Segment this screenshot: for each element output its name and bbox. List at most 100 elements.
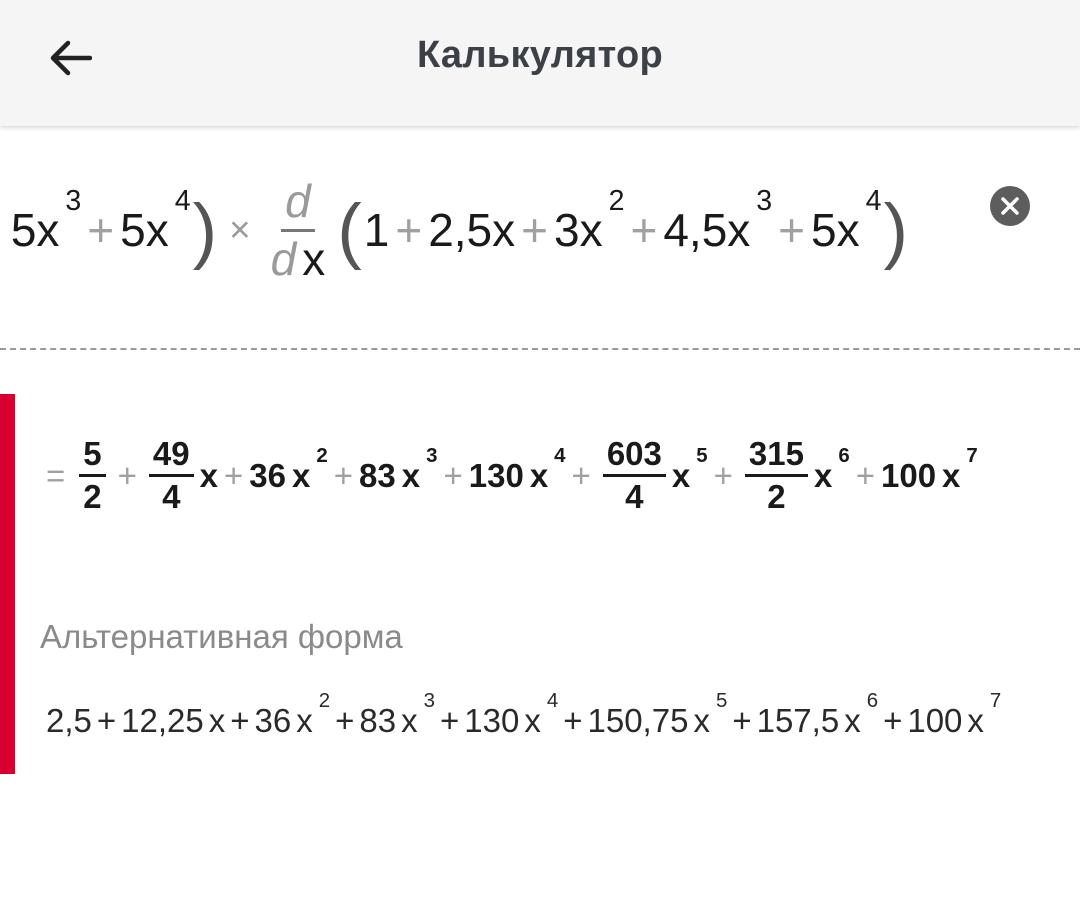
term-coefficient: 36 (249, 456, 286, 494)
result-term: 83 x 3 (359, 444, 438, 495)
fraction-numerator: 49 (148, 435, 194, 478)
fraction-denominator: 4 (162, 478, 181, 516)
term-exponent: 2 (316, 443, 328, 467)
term-base: x (693, 702, 710, 739)
plus-operator: + (778, 204, 806, 257)
fraction: 603 4 (602, 435, 666, 516)
term-coefficient: 150,75 (587, 702, 689, 739)
plus-operator: + (883, 702, 903, 739)
term-base: x (292, 456, 311, 494)
fraction-denominator: 2 (767, 478, 786, 516)
alternative-term: 150,75 x 5 (587, 689, 728, 740)
fraction-denominator: 2 (83, 478, 102, 516)
term-base: x (524, 702, 541, 739)
term-exponent: 3 (426, 443, 438, 467)
result-variable: x2 (292, 444, 328, 495)
term-base: x (671, 456, 691, 494)
fraction-numerator: 603 (602, 435, 666, 478)
term-base: x (967, 702, 984, 739)
close-paren: ) (883, 188, 908, 272)
plus-operator: + (333, 456, 354, 494)
fraction-numerator: 315 (744, 435, 808, 478)
equals-sign: = (46, 456, 66, 494)
alternative-term: 12,25 x (121, 702, 225, 740)
term-base: 4,5x (663, 204, 751, 257)
term-base: x (844, 702, 861, 739)
result-term: 49 4 x (143, 435, 218, 516)
term-coefficient: 100 (880, 456, 937, 494)
input-term: 4,5x 3 (663, 185, 772, 257)
plus-operator: + (96, 702, 117, 739)
term-coefficient: 12,25 (121, 702, 204, 739)
alternative-term: 36 x 2 (255, 689, 331, 740)
plus-operator: + (855, 456, 875, 494)
plus-operator: + (395, 204, 423, 257)
term-base: 3x (554, 204, 603, 257)
alternative-term: 157,5 x 6 (756, 689, 878, 740)
plus-operator: + (230, 702, 250, 739)
derivative-numerator: d (281, 176, 315, 232)
alternative-variable: x7 (967, 689, 1001, 740)
term-base: x (199, 456, 218, 494)
alternative-form-heading: Альтернативная форма (40, 618, 403, 655)
term-exponent: 4 (865, 184, 882, 217)
term-base: x (296, 702, 313, 739)
alternative-variable: x6 (844, 689, 878, 740)
term-exponent: 6 (838, 443, 850, 467)
alternative-term: 100 x 7 (907, 689, 1001, 740)
term-exponent: 2 (608, 184, 625, 217)
times-operator: × (229, 209, 251, 251)
term-exponent: 3 (423, 688, 435, 712)
fraction: 52 (79, 435, 106, 516)
term-exponent: 3 (756, 184, 773, 217)
plus-operator: + (713, 456, 733, 494)
page-title: Калькулятор (416, 34, 664, 76)
expression-input[interactable]: 5x 3 +5x 4) × d d x(1 +2,5x +3x 2 +4,5x 3 +5x 4) (11, 176, 910, 284)
result-term: 100 x 7 (880, 444, 978, 495)
term-exponent: 4 (546, 688, 559, 712)
input-term: 5x 4 (811, 185, 881, 257)
input-term: 5x 4 (120, 185, 190, 257)
result-term: 603 4 x 5 (597, 435, 708, 516)
clear-button[interactable] (990, 186, 1030, 226)
result-term: 315 2 x 6 (739, 435, 850, 516)
term-exponent: 2 (318, 688, 331, 712)
term-coefficient: 83 (359, 456, 396, 494)
term-base: 1 (363, 204, 390, 257)
term-base: x (208, 702, 226, 739)
plus-operator: + (224, 456, 244, 494)
term-exponent: 4 (174, 184, 191, 217)
plus-operator: + (440, 702, 460, 739)
plus-operator: + (630, 204, 658, 257)
result-variable: x5 (671, 444, 708, 495)
alternative-form-expression[interactable]: 2,5 +12,25 x +36 x 2 +83 x 3 +130 x 4 +150,75 x 5 +157,… (46, 689, 1001, 740)
plus-operator: + (443, 456, 463, 494)
result-term: 130 x 4 (468, 444, 566, 495)
app-bar: Калькулятор (0, 0, 1080, 126)
input-term: 5x 3 (11, 185, 81, 257)
term-base: x (401, 702, 418, 739)
plus-operator: + (732, 702, 752, 739)
term-coefficient: 2,5 (46, 702, 92, 739)
fraction: 315 2 (744, 435, 808, 516)
alternative-term: 83 x 3 (359, 689, 435, 740)
result-variable: x3 (402, 444, 438, 495)
result-variable: x6 (813, 444, 850, 495)
open-paren: ( (337, 188, 362, 272)
plus-operator: + (571, 456, 591, 494)
term-base: x (813, 456, 833, 494)
alternative-variable: x5 (693, 689, 727, 740)
result-expression[interactable]: = 5 2 +49 4 x +36 x 2 +83 x 3 +130 x 4 +603 4 x 5 +315 2 x 6 +1… (46, 435, 978, 516)
plus-operator: + (87, 204, 115, 257)
input-term: 2,5x (428, 203, 515, 257)
alternative-variable: x4 (524, 689, 558, 740)
expression-input-area[interactable]: 5x 3 +5x 4) × d d x(1 +2,5x +3x 2 +4,5x 3 +5x 4) (0, 126, 1080, 348)
input-term: 3x 2 (554, 185, 624, 257)
plus-operator: + (335, 702, 355, 739)
term-coefficient: 157,5 (756, 702, 840, 739)
result-term: 36 x 2 (249, 444, 328, 495)
alternative-variable: x2 (296, 689, 330, 740)
term-coefficient: 130 (468, 456, 524, 494)
derivative-denominator: dx (267, 232, 330, 285)
term-exponent: 4 (554, 443, 566, 467)
